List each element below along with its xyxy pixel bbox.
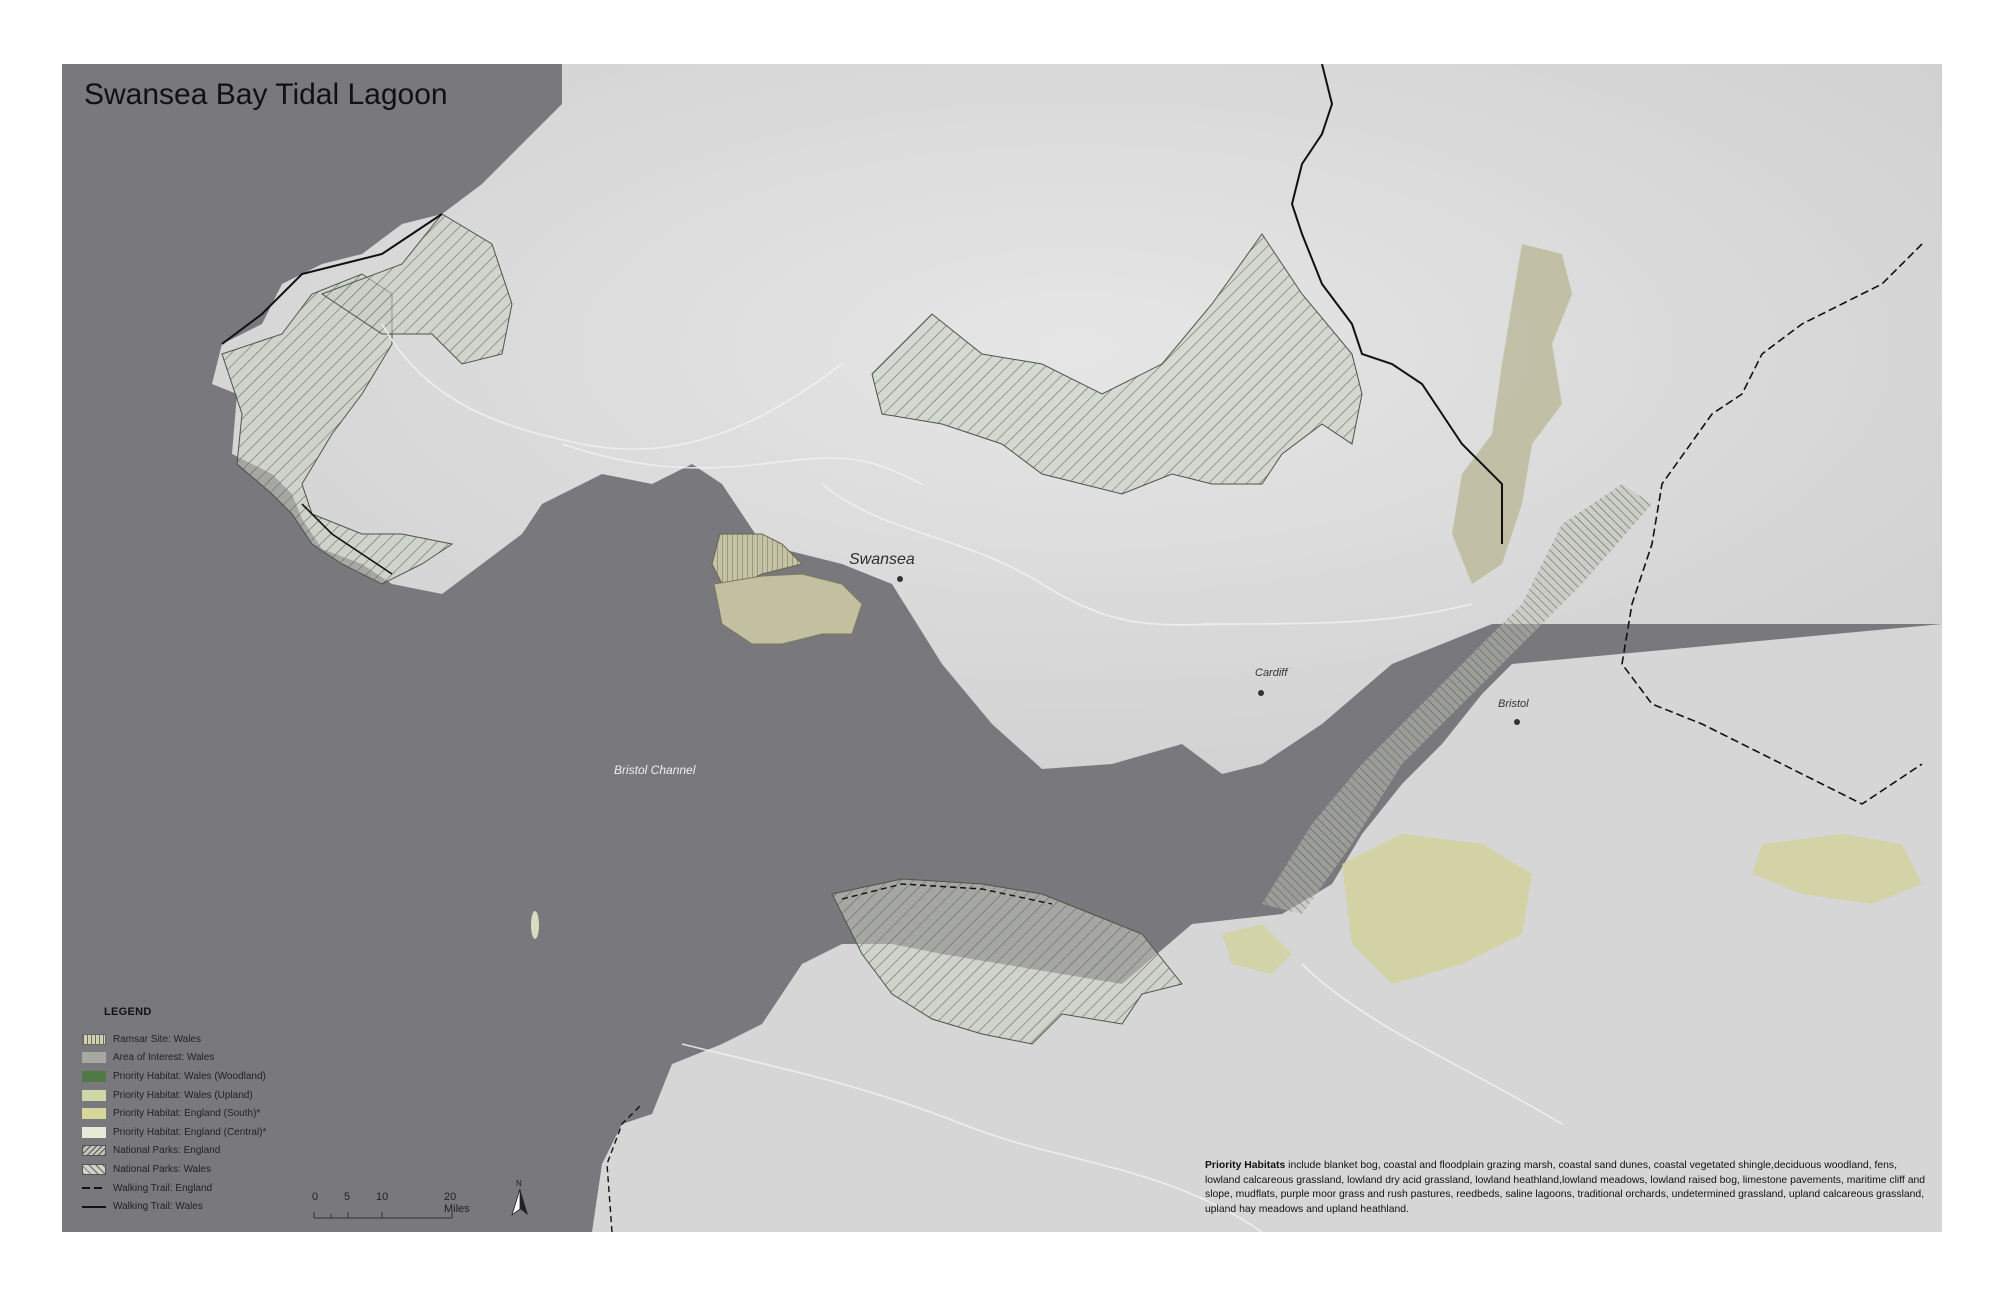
map-title: Swansea Bay Tidal Lagoon bbox=[84, 78, 448, 111]
swansea-marker bbox=[897, 576, 903, 582]
legend-item: Area of Interest: Wales bbox=[82, 1049, 342, 1068]
note-heading: Priority Habitats bbox=[1205, 1160, 1286, 1171]
scale-label-10: 10 bbox=[376, 1191, 389, 1203]
legend-item: Priority Habitat: Wales (Upland) bbox=[82, 1086, 342, 1105]
legend-swatch-light-green-fill bbox=[82, 1089, 106, 1101]
bristol-marker bbox=[1514, 719, 1520, 725]
map-frame: Swansea Bay Tidal Lagoon Swansea Cardiff… bbox=[62, 64, 1942, 1232]
label-swansea: Swansea bbox=[849, 551, 915, 568]
legend-label: National Parks: England bbox=[113, 1145, 221, 1157]
north-arrow: N bbox=[510, 1179, 530, 1217]
legend-swatch-dark-green-fill bbox=[82, 1070, 106, 1082]
legend-item: National Parks: Wales bbox=[82, 1160, 342, 1179]
legend-swatch-diagonal-hatch bbox=[82, 1163, 106, 1175]
legend-label: Priority Habitat: England (South)* bbox=[113, 1108, 261, 1120]
legend-title: LEGEND bbox=[104, 1006, 152, 1018]
legend-swatch-olive-fill bbox=[82, 1108, 106, 1120]
map-canvas bbox=[212, 64, 1942, 1232]
legend-item: Priority Habitat: Wales (Woodland) bbox=[82, 1067, 342, 1086]
legend-swatch-pale-fill bbox=[82, 1126, 106, 1138]
note-text: include blanket bog, coastal and floodpl… bbox=[1205, 1160, 1926, 1215]
north-arrow-icon bbox=[511, 1189, 528, 1217]
legend-label: National Parks: Wales bbox=[113, 1163, 211, 1175]
legend-swatch-solid-line bbox=[82, 1205, 106, 1208]
legend-swatch-dashed-line bbox=[82, 1187, 106, 1190]
area-of-interest-gower bbox=[713, 573, 863, 645]
priority-habitats-note: Priority Habitats include blanket bog, c… bbox=[1205, 1159, 1935, 1217]
legend-item: Priority Habitat: England (South)* bbox=[82, 1104, 342, 1123]
legend-label: Priority Habitat: England (Central)* bbox=[113, 1126, 267, 1138]
scale-label-5: 5 bbox=[344, 1191, 351, 1203]
label-bristol: Bristol bbox=[1498, 698, 1529, 710]
legend: LEGEND Ramsar Site: Wales Area of Interes… bbox=[82, 1006, 342, 1216]
legend-swatch-grey-fill bbox=[82, 1052, 106, 1064]
legend-label: Priority Habitat: Wales (Upland) bbox=[113, 1089, 253, 1101]
label-cardiff: Cardiff bbox=[1255, 667, 1288, 679]
legend-item: Walking Trail: England bbox=[82, 1179, 342, 1198]
legend-label: Walking Trail: Wales bbox=[113, 1201, 203, 1213]
legend-label: Priority Habitat: Wales (Woodland) bbox=[113, 1070, 266, 1082]
legend-swatch-dense-diagonal-hatch bbox=[82, 1145, 106, 1157]
legend-label: Walking Trail: England bbox=[113, 1182, 213, 1194]
north-label: N bbox=[516, 1179, 522, 1188]
legend-label: Ramsar Site: Wales bbox=[113, 1033, 201, 1045]
label-bristol-channel: Bristol Channel bbox=[614, 763, 696, 777]
scale-ruler bbox=[313, 1212, 453, 1219]
legend-label: Area of Interest: Wales bbox=[113, 1052, 215, 1064]
scale-bar: 0 5 10 20 Miles bbox=[312, 1191, 470, 1221]
legend-swatch-vertical-hatch bbox=[82, 1033, 106, 1045]
legend-item: Priority Habitat: England (Central)* bbox=[82, 1123, 342, 1142]
legend-item: Walking Trail: Wales bbox=[82, 1197, 342, 1216]
legend-item: Ramsar Site: Wales bbox=[82, 1030, 342, 1049]
scale-label-0: 0 bbox=[312, 1191, 319, 1203]
legend-item: National Parks: England bbox=[82, 1142, 342, 1161]
cardiff-marker bbox=[1258, 690, 1264, 696]
